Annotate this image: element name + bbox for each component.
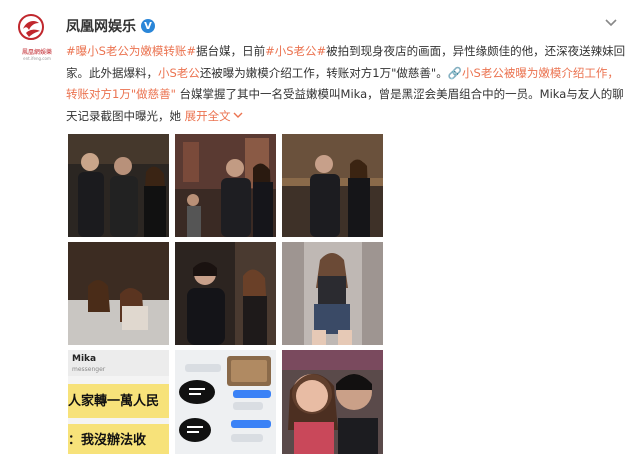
verified-badge-icon: V (141, 19, 155, 33)
post-text-plain: 据台媒，日前 (196, 44, 266, 58)
photo-thumbnail[interactable] (68, 134, 169, 237)
photo-thumbnail[interactable] (282, 350, 383, 454)
chevron-down-icon[interactable] (604, 18, 618, 28)
chat-app-label: messenger (72, 366, 106, 373)
post-header: 凤凰网娱乐 V (66, 16, 155, 36)
chat-message-line: ：我沒辦法收 (68, 433, 147, 448)
photo-grid: Mika messenger 人家轉一萬人民 ：我沒辦法收 (68, 134, 386, 454)
account-avatar[interactable]: 鳳凰網娛樂 ent.ifeng.com (14, 13, 60, 61)
photo-chat-screenshot[interactable]: Mika messenger 人家轉一萬人民 ：我沒辦法收 (68, 350, 169, 454)
logo-brand-text: 鳳凰網娛樂 (21, 49, 52, 56)
photo-thumbnail[interactable] (175, 242, 276, 345)
hashtag-link[interactable]: #小S老公# (265, 44, 326, 58)
account-name[interactable]: 凤凰网娱乐 (66, 16, 136, 36)
weibo-post-card: 鳳凰網娛樂 ent.ifeng.com 凤凰网娱乐 V #曝小S老公为嫩模转账#… (0, 0, 640, 454)
keyword-link[interactable]: 小S老公 (158, 66, 200, 80)
hashtag-link[interactable]: #曝小S老公为嫩模转账# (66, 44, 196, 58)
photo-thumbnail[interactable] (68, 242, 169, 345)
post-text: #曝小S老公为嫩模转账#据台媒，日前#小S老公#被拍到现身夜店的画面，异性缘颇佳… (66, 41, 626, 127)
photo-thumbnail[interactable] (282, 242, 383, 345)
photo-chat-screenshot[interactable] (175, 350, 276, 454)
photo-thumbnail[interactable] (282, 134, 383, 237)
photo-thumbnail[interactable] (175, 134, 276, 237)
post-text-plain: 还被曝为嫩模介绍工作，转账对方1万"做慈善"。 (199, 65, 448, 80)
chat-message-line: 人家轉一萬人民 (68, 394, 160, 409)
phoenix-logo-icon (18, 14, 44, 40)
chevron-down-icon[interactable] (233, 112, 243, 120)
logo-site-text: ent.ifeng.com (23, 56, 51, 61)
chat-contact-name: Mika (72, 354, 97, 364)
expand-full-text-link[interactable]: 展开全文 (185, 109, 231, 123)
